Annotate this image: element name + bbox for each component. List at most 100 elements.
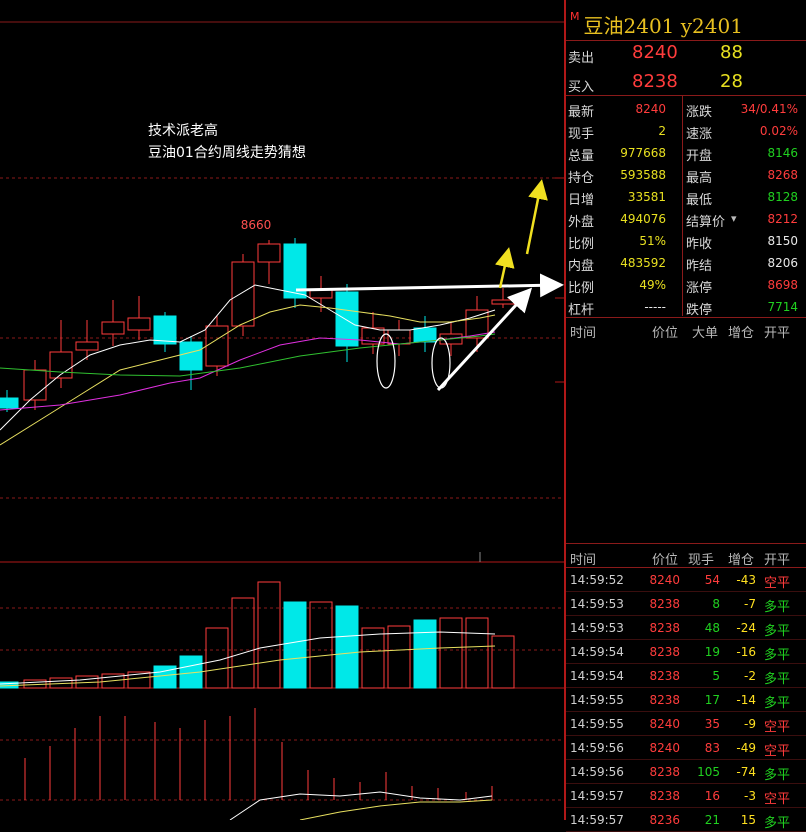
- trade-type: 多平: [764, 672, 791, 687]
- candle: [0, 397, 19, 409]
- quote-label: 开盘: [686, 149, 713, 164]
- quote-value: 8698: [767, 278, 798, 292]
- trade-price: 8238: [649, 621, 680, 635]
- trade-row[interactable]: 14:59:57 8238 16 -3 空平: [566, 784, 806, 808]
- trade-oi-change: -49: [736, 741, 756, 755]
- trade-hand: 35: [704, 717, 720, 731]
- trade-row[interactable]: 14:59:52 8240 54 -43 空平: [566, 568, 806, 592]
- volume-bar: [491, 635, 515, 689]
- quote-row: 日增 33581 最低 8128: [566, 186, 806, 208]
- trade-hand: 5: [712, 669, 720, 683]
- quote-value: 593588: [620, 168, 666, 182]
- sell-volume: 88: [720, 42, 743, 63]
- trade-price: 8236: [649, 813, 680, 827]
- quote-row: 最新 8240 涨跌 34/0.41%: [566, 98, 806, 120]
- volume-bar: [361, 627, 385, 689]
- volume-bar: [387, 625, 411, 689]
- chart-canvas[interactable]: 8660: [0, 0, 565, 821]
- trade-row[interactable]: 14:59:57 8236 21 15 多平: [566, 808, 806, 832]
- trade-oi-change: 15: [740, 813, 756, 827]
- quote-label: 比例: [568, 237, 595, 252]
- indicator-line-white: [229, 791, 493, 821]
- trade-time: 14:59:53: [570, 621, 624, 635]
- col-price: 价位: [652, 326, 679, 341]
- candle: [309, 289, 333, 299]
- quote-label: 涨停: [686, 281, 713, 296]
- trade-type: 空平: [764, 744, 791, 759]
- col-open-close: 开平: [764, 553, 791, 568]
- trade-time: 14:59:57: [570, 789, 624, 803]
- trade-row[interactable]: 14:59:55 8238 17 -14 多平: [566, 688, 806, 712]
- contract-title[interactable]: M 豆油2401 y2401: [570, 10, 743, 39]
- trade-price: 8238: [649, 597, 680, 611]
- trade-time: 14:59:54: [570, 669, 624, 683]
- quote-label: 比例: [568, 281, 595, 296]
- trade-hand: 83: [704, 741, 720, 755]
- volume-bar: [465, 617, 489, 689]
- trade-time: 14:59:52: [570, 573, 624, 587]
- projection-arrow-yellow: [525, 179, 548, 255]
- quote-value: 483592: [620, 256, 666, 270]
- trade-row[interactable]: 14:59:54 8238 5 -2 多平: [566, 664, 806, 688]
- trade-hand: 16: [704, 789, 720, 803]
- trade-price: 8238: [649, 765, 680, 779]
- col-big-order: 大单: [692, 326, 719, 341]
- quote-value: 8240: [635, 102, 666, 116]
- chevron-down-icon[interactable]: ▾: [731, 212, 737, 225]
- quote-row: 总量 977668 开盘 8146: [566, 142, 806, 164]
- col-hand: 现手: [688, 553, 715, 568]
- quote-value: 33581: [627, 190, 666, 204]
- volume-bar: [309, 601, 333, 689]
- high-price-label: 8660: [241, 218, 272, 232]
- trade-type: 多平: [764, 768, 791, 783]
- trade-type: 多平: [764, 648, 791, 663]
- volume-bar: [283, 601, 307, 689]
- contract-name: 豆油2401 y2401: [583, 14, 743, 38]
- trade-hand: 8: [712, 597, 720, 611]
- col-time: 时间: [570, 326, 597, 341]
- trade-price: 8240: [649, 717, 680, 731]
- quote-label: 涨跌: [686, 105, 713, 120]
- candle: [127, 317, 151, 331]
- trade-hand: 48: [704, 621, 720, 635]
- trade-oi-change: -3: [744, 789, 756, 803]
- trade-hand: 19: [704, 645, 720, 659]
- trade-row[interactable]: 14:59:56 8240 83 -49 空平: [566, 736, 806, 760]
- quote-value: 494076: [620, 212, 666, 226]
- trade-type: 多平: [764, 624, 791, 639]
- buy-row[interactable]: 买入 8238 28: [566, 71, 806, 97]
- trade-price: 8238: [649, 645, 680, 659]
- trade-row[interactable]: 14:59:54 8238 19 -16 多平: [566, 640, 806, 664]
- candle: [153, 315, 177, 345]
- trade-type: 多平: [764, 816, 791, 831]
- quote-panel: M 豆油2401 y2401 卖出 8240 88 买入 8238 28 最新 82…: [566, 0, 806, 832]
- trade-row[interactable]: 14:59:56 8238 105 -74 多平: [566, 760, 806, 784]
- quote-label: 内盘: [568, 259, 595, 274]
- trade-type: 多平: [764, 696, 791, 711]
- quote-value: 8128: [767, 190, 798, 204]
- trade-row[interactable]: 14:59:53 8238 8 -7 多平: [566, 592, 806, 616]
- quote-row: 内盘 483592 昨结 8206: [566, 252, 806, 274]
- quote-label: 杠杆: [568, 303, 595, 318]
- trade-hand: 21: [704, 813, 720, 827]
- volume-bar: [413, 619, 437, 689]
- divider: [566, 543, 806, 544]
- volume-bar: [335, 605, 359, 689]
- quote-value: 8212: [767, 212, 798, 226]
- trade-row[interactable]: 14:59:55 8240 35 -9 空平: [566, 712, 806, 736]
- kline-chart[interactable]: 8660 技术派老高 豆油01合约周线走势猜想: [0, 0, 565, 821]
- sell-row[interactable]: 卖出 8240 88: [566, 42, 806, 68]
- quote-label: 速涨: [686, 127, 713, 142]
- quote-label: 结算价: [686, 215, 726, 230]
- trade-time: 14:59:54: [570, 645, 624, 659]
- trend-arrow-horizontal: [295, 273, 564, 298]
- col-oi-change: 增仓: [728, 553, 755, 568]
- annotation-author: 技术派老高: [148, 123, 218, 139]
- candle: [257, 243, 281, 263]
- trade-hand: 17: [704, 693, 720, 707]
- quote-value: 7714: [767, 300, 798, 314]
- trade-row[interactable]: 14:59:53 8238 48 -24 多平: [566, 616, 806, 640]
- candle: [413, 327, 437, 343]
- divider: [566, 95, 806, 96]
- volume-bar: [439, 617, 463, 689]
